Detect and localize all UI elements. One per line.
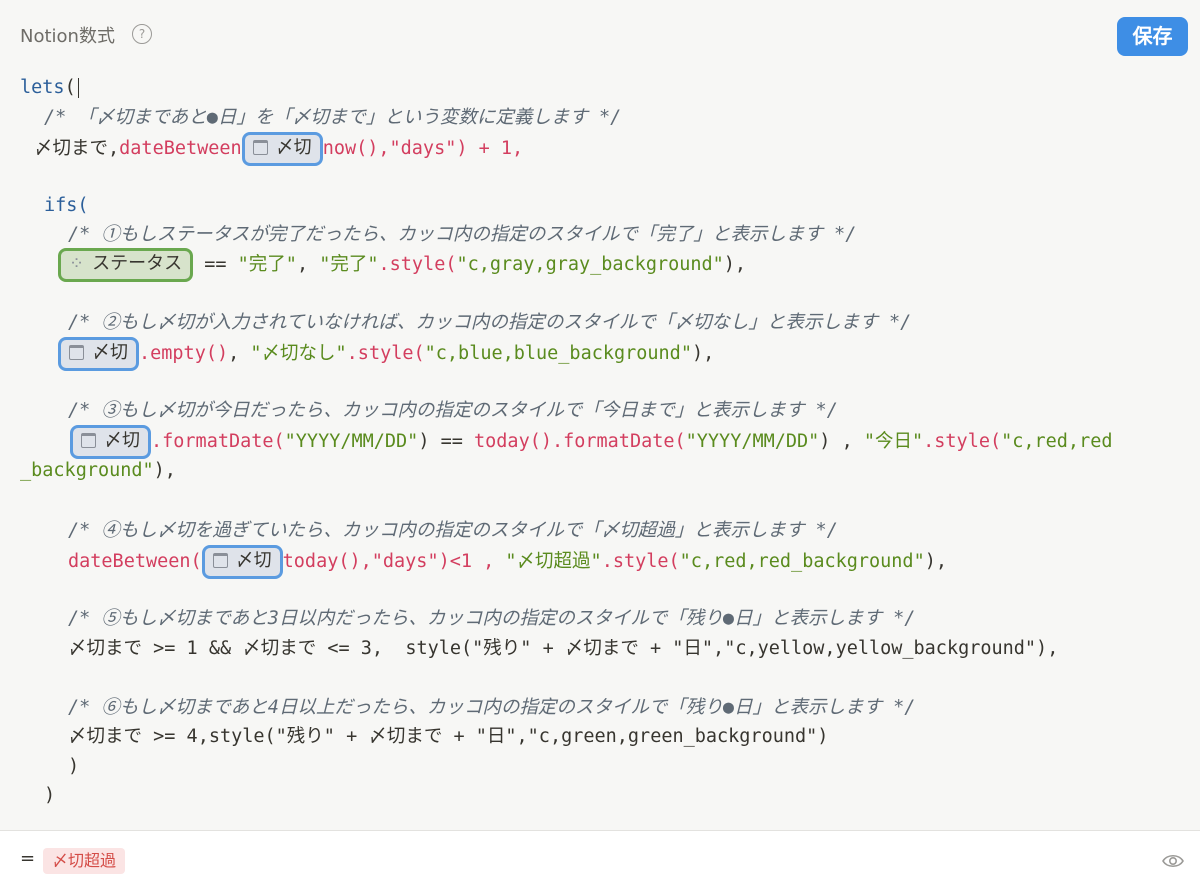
property-token-status[interactable]: ⁘ ステータス <box>58 248 194 282</box>
keyword-ifs: ifs( <box>44 195 89 216</box>
code-line-6[interactable]: 〆切まで >= 4,style("残り" + 〆切まで + "日","c,gre… <box>68 722 828 752</box>
comment-line: /* ④もし〆切を過ぎていたら、カッコ内の指定のスタイルで「〆切超過」と表示しま… <box>68 520 838 541</box>
calendar-icon <box>69 344 84 360</box>
function-now: now(),"days") + 1, <box>322 138 524 159</box>
result-equals: = <box>20 848 36 869</box>
property-token-deadline[interactable]: 〆切 <box>70 425 151 459</box>
paren: ( <box>64 77 76 98</box>
variable-name: 〆切まで <box>34 138 109 159</box>
calendar-icon <box>81 432 96 448</box>
comment-line: /* ②もし〆切が入力されていなければ、カッコ内の指定のスタイルで「〆切なし」と… <box>68 312 912 333</box>
calendar-icon <box>252 139 268 155</box>
formula-editor-panel: Notion数式 ? 保存 lets( /* 「〆切まであと●日」を「〆切まで」… <box>0 0 1200 831</box>
eye-icon[interactable] <box>1162 852 1184 870</box>
code-line-1[interactable]: ⁘ ステータス == "完了", "完了".style("c,gray,gray_… <box>58 248 746 282</box>
status-icon: ⁘ <box>69 253 85 274</box>
result-badge: 〆切超過 <box>43 848 126 874</box>
code-line-4[interactable]: dateBetween(〆切 today(),"days")<1 , "〆切超過"… <box>68 545 947 579</box>
text-cursor <box>77 78 79 98</box>
property-token-deadline[interactable]: 〆切 <box>58 337 139 371</box>
comment-line: /* ⑤もし〆切まであと3日以内だったら、カッコ内の指定のスタイルで「残り●日」… <box>68 608 916 629</box>
code-line-lets[interactable]: lets( <box>20 73 79 103</box>
comment-line: /* ⑥もし〆切まであと4日以上だったら、カッコ内の指定のスタイルで「残り●日」… <box>68 697 916 718</box>
code-line-var[interactable]: 〆切まで,dateBetween 〆切 now(),"days") + 1, <box>34 132 524 166</box>
formula-code-editor[interactable]: lets( /* 「〆切まであと●日」を「〆切まで」という変数に定義します */… <box>0 0 1200 830</box>
property-token-deadline[interactable]: 〆切 <box>201 545 283 579</box>
comment-line: /* 「〆切まであと●日」を「〆切まで」という変数に定義します */ <box>44 107 622 128</box>
property-token-deadline[interactable]: 〆切 <box>241 132 323 166</box>
code-line-5[interactable]: 〆切まで >= 1 && 〆切まで <= 3, style("残り" + 〆切ま… <box>68 634 1058 664</box>
code-line-2[interactable]: 〆切 .empty(), "〆切なし".style("c,blue,blue_ba… <box>58 337 714 371</box>
close-paren-outer: ) <box>44 785 56 806</box>
comment-line: /* ③もし〆切が今日だったら、カッコ内の指定のスタイルで「今日まで」と表示しま… <box>68 400 838 421</box>
comment-line: /* ①もしステータスが完了だったら、カッコ内の指定のスタイルで「完了」と表示し… <box>68 224 857 245</box>
function-dateBetween: dateBetween <box>119 138 242 159</box>
calendar-icon <box>212 552 228 568</box>
close-paren-inner: ) <box>68 756 80 777</box>
code-line-3-wrap[interactable]: _background"), <box>20 456 176 486</box>
keyword-lets: lets <box>20 77 65 98</box>
code-line-3[interactable]: 〆切 .formatDate("YYYY/MM/DD") == today().f… <box>70 425 1113 459</box>
